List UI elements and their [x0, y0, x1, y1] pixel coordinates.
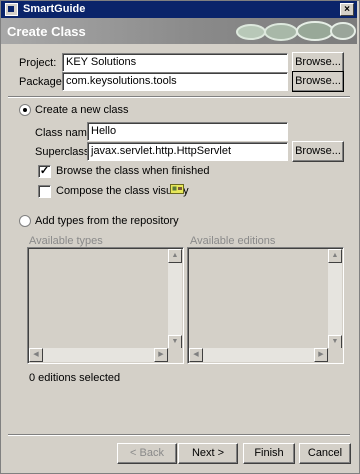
editions-vertical-scrollbar[interactable]: ▲ ▼	[328, 249, 342, 349]
page-header: Create Class	[1, 18, 357, 44]
scroll-left-icon[interactable]: ◀	[29, 348, 43, 362]
editions-selected-status: 0 editions selected	[29, 372, 121, 384]
header-logo-icon	[236, 21, 356, 41]
package-browse-button[interactable]: Browse...	[292, 71, 344, 92]
page-title: Create Class	[7, 24, 86, 39]
compose-visually-checkbox[interactable]	[38, 185, 51, 198]
scroll-up-icon[interactable]: ▲	[328, 249, 342, 263]
scroll-corner	[168, 348, 182, 362]
cancel-button[interactable]: Cancel	[299, 443, 351, 464]
next-button[interactable]: Next >	[178, 443, 238, 464]
package-label: Package:	[19, 76, 65, 88]
scroll-down-icon[interactable]: ▼	[168, 335, 182, 349]
editions-horizontal-scrollbar[interactable]: ◀ ▶	[189, 348, 328, 362]
window-title: SmartGuide	[23, 3, 86, 15]
superclass-label: Superclass:	[35, 146, 93, 158]
create-new-class-radio[interactable]	[19, 104, 31, 116]
scroll-down-icon[interactable]: ▼	[328, 335, 342, 349]
project-label: Project:	[19, 57, 57, 69]
scroll-corner	[328, 348, 342, 362]
scroll-right-icon[interactable]: ▶	[154, 348, 168, 362]
add-types-radio[interactable]	[19, 215, 31, 227]
create-new-class-label: Create a new class	[35, 104, 129, 116]
back-button[interactable]: < Back	[117, 443, 177, 464]
project-field[interactable]: KEY Solutions	[62, 53, 288, 72]
types-horizontal-scrollbar[interactable]: ◀ ▶	[29, 348, 168, 362]
scroll-left-icon[interactable]: ◀	[189, 348, 203, 362]
project-browse-button[interactable]: Browse...	[292, 52, 344, 73]
add-types-label: Add types from the repository	[35, 215, 179, 227]
separator	[8, 96, 350, 98]
footer-separator	[8, 434, 350, 436]
available-editions-label: Available editions	[190, 235, 276, 247]
browse-when-finished-label: Browse the class when finished	[56, 165, 210, 177]
scroll-right-icon[interactable]: ▶	[314, 348, 328, 362]
finish-button[interactable]: Finish	[243, 443, 295, 464]
available-editions-list[interactable]: ▲ ▼ ◀ ▶	[187, 247, 344, 364]
visual-composer-icon	[170, 184, 184, 194]
available-types-list[interactable]: ▲ ▼ ◀ ▶	[27, 247, 184, 364]
types-vertical-scrollbar[interactable]: ▲ ▼	[168, 249, 182, 349]
app-icon	[5, 3, 18, 16]
superclass-field[interactable]: javax.servlet.http.HttpServlet	[87, 142, 288, 161]
browse-when-finished-checkbox[interactable]: ✓	[38, 165, 51, 178]
compose-visually-label: Compose the class visually	[56, 185, 189, 197]
class-name-field[interactable]: Hello	[87, 122, 288, 141]
scroll-up-icon[interactable]: ▲	[168, 249, 182, 263]
package-field[interactable]: com.keysolutions.tools	[62, 72, 288, 91]
close-button[interactable]: ×	[340, 3, 354, 16]
superclass-browse-button[interactable]: Browse...	[292, 141, 344, 162]
available-types-label: Available types	[29, 235, 103, 247]
title-bar: SmartGuide ×	[1, 1, 357, 18]
